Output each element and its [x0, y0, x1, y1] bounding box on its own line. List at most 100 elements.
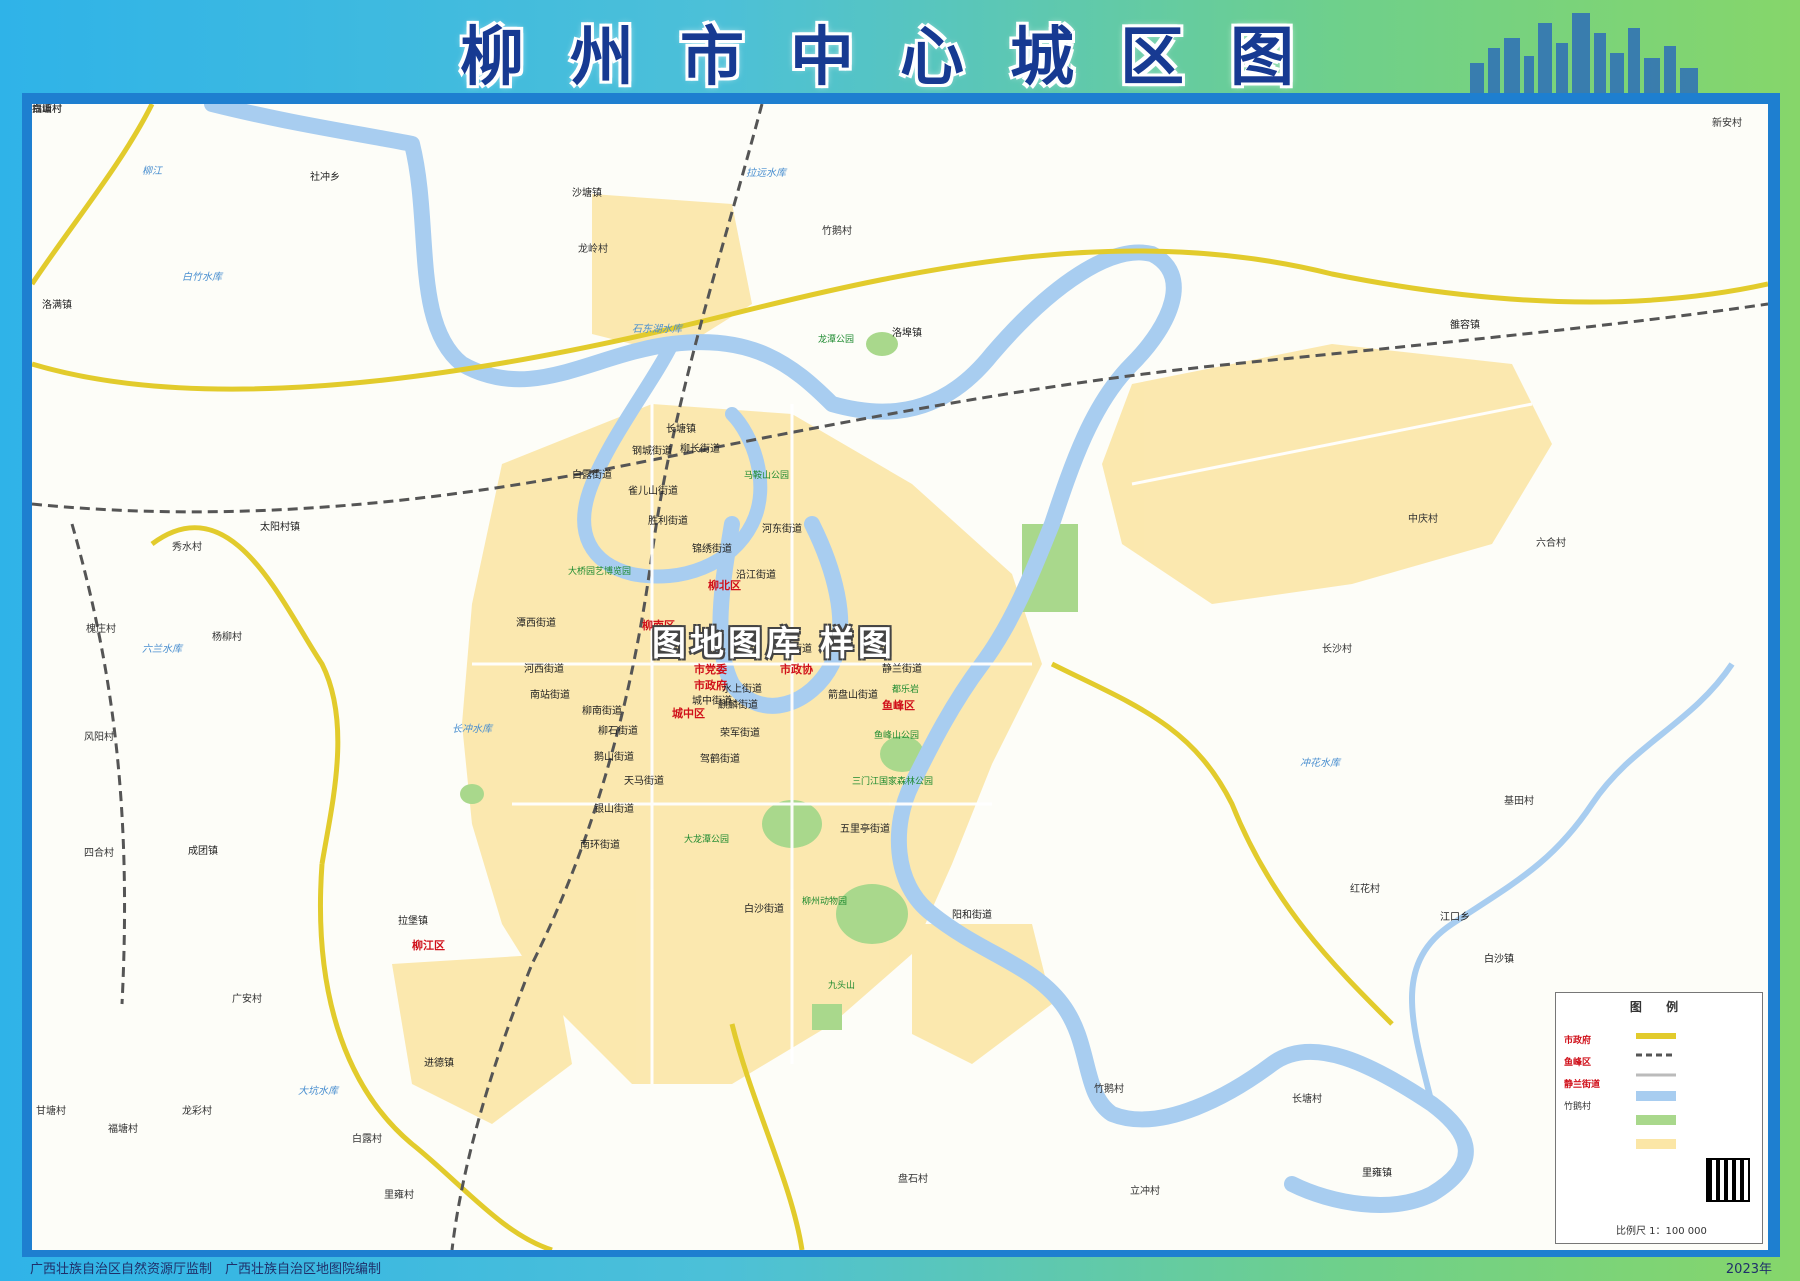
map-label-39: 社冲乡 — [310, 172, 340, 183]
legend-symbols — [1636, 1033, 1676, 1149]
park-yufeng — [836, 884, 908, 944]
map-label-22: 柳石街道 — [598, 726, 638, 737]
map-label-0: 市党委 — [694, 663, 727, 676]
map-label-56: 九头山 — [828, 981, 856, 991]
map-label-44: 进德镇 — [424, 1058, 454, 1069]
map-label-84: 甘塘村 — [36, 1106, 66, 1117]
map-label-2: 市政协 — [780, 663, 813, 676]
map-label-35: 白沙街道 — [744, 904, 784, 915]
map-label-71: 长沙村 — [1322, 644, 1352, 655]
urban-east — [1102, 344, 1552, 604]
map-label-47: 白沙镇 — [1484, 954, 1514, 965]
map-graphics — [32, 104, 1768, 1250]
map-label-30: 箭盘山街道 — [828, 690, 878, 701]
footer-year: 2023年 — [1725, 1262, 1772, 1277]
map-label-53: 柳州动物园 — [802, 897, 848, 907]
map-label-11: 沿江街道 — [736, 570, 776, 581]
map-label-81: 风阳村 — [84, 732, 114, 743]
map-label-75: 新安村 — [1712, 118, 1742, 129]
map-legend: 图 例 市政府 鱼峰区 静兰街道 竹鹅村 比例尺 1：100 000 — [1555, 992, 1763, 1244]
map-label-50: 马鞍山公园 — [744, 471, 790, 481]
map-label-82: 四合村 — [84, 848, 114, 859]
map-label-23: 银山街道 — [594, 804, 634, 815]
railway-west — [70, 523, 127, 1005]
map-label-7: 柳江区 — [412, 939, 445, 952]
map-label-24: 南环街道 — [580, 840, 620, 851]
map-label-42: 成团镇 — [188, 846, 218, 857]
city-skyline-graphic — [1470, 13, 1698, 98]
map-label-5: 城中区 — [672, 707, 705, 720]
expressway-east — [1050, 661, 1394, 1026]
map-label-16: 长塘镇 — [666, 424, 696, 435]
map-label-76: 龙岭村 — [578, 244, 608, 255]
footer-credits: 广西壮族自治区自然资源厅监制 广西壮族自治区地图院编制 — [30, 1262, 382, 1277]
scale-bar-label: 比例尺 1：100 000 — [1616, 1226, 1707, 1237]
map-label-78: 秀水村 — [172, 542, 202, 553]
map-label-48: 里雍镇 — [1362, 1168, 1392, 1179]
map-label-46: 江口乡 — [1440, 912, 1470, 923]
map-label-52: 大龙潭公园 — [684, 835, 730, 845]
map-label-65: 冲花水库 — [1300, 758, 1340, 769]
map-label-86: 盘石村 — [898, 1174, 928, 1185]
map-label-15: 白露街道 — [572, 470, 612, 481]
map-label-43: 拉堡镇 — [398, 916, 428, 927]
ring-expressway-west — [32, 104, 155, 286]
map-label-85: 白露村 — [352, 1134, 382, 1145]
map-label-68: 竹鹅村 — [1094, 1084, 1124, 1095]
map-label-59: 白竹水库 — [182, 272, 222, 283]
map-canvas[interactable]: 市党委 市政府 市政协 柳北区 柳南区 城中区 鱼峰区 柳江区 雀儿山街道 胜利街道 锦绣街道 沿江街… — [32, 104, 1768, 1250]
map-label-62: 长冲水库 — [452, 724, 492, 735]
title-banner: 柳州市中心城区图 — [0, 0, 1800, 100]
map-label-67: 长塘村 — [1292, 1094, 1322, 1105]
map-label-61: 六兰水库 — [142, 644, 182, 655]
map-label-17: 潭西街道 — [516, 618, 556, 629]
map-label-41: 太阳村镇 — [260, 522, 300, 533]
map-label-64: 石东湖水库 — [632, 324, 682, 335]
park-lushan — [460, 784, 484, 804]
map-label-29: 静兰街道 — [882, 664, 922, 675]
qr-code — [1706, 1158, 1750, 1202]
map-label-13: 柳长街道 — [680, 444, 720, 455]
map-label-57: 大桥园艺博览园 — [568, 567, 632, 577]
map-label-33: 水上街道 — [722, 684, 762, 695]
legend-city-gov: 市政府 — [1564, 1036, 1592, 1046]
map-label-37: 洛埠镇 — [892, 328, 922, 339]
map-label-63: 拉远水库 — [746, 168, 786, 179]
map-label-89: 广安村 — [232, 994, 262, 1005]
legend-district-gov: 鱼峰区 — [1564, 1058, 1592, 1068]
map-label-20: 柳南街道 — [582, 706, 622, 717]
map-label-72: 基田村 — [1504, 796, 1534, 807]
map-label-79: 杨柳村 — [212, 632, 242, 643]
legend-street-gov: 静兰街道 — [1564, 1080, 1601, 1090]
map-label-55: 三门江国家森林公园 — [852, 777, 934, 787]
map-label-60: 大坑水库 — [298, 1086, 338, 1097]
urban-southwest — [392, 954, 572, 1124]
map-label-19: 南站街道 — [530, 690, 570, 701]
map-label-58: 柳江 — [142, 166, 162, 177]
map-label-27: 驾鹤街道 — [700, 754, 740, 765]
map-label-92: 福塘村 — [32, 104, 62, 115]
map-label-9: 胜利街道 — [648, 516, 688, 527]
urban-areas — [392, 194, 1552, 1124]
map-label-10: 锦绣街道 — [692, 544, 732, 555]
map-label-69: 立冲村 — [1130, 1186, 1160, 1197]
legend-title: 图 例 — [1629, 1000, 1689, 1014]
map-label-83: 福塘村 — [108, 1124, 138, 1135]
map-label-73: 六合村 — [1536, 538, 1566, 549]
map-label-45: 雒容镇 — [1450, 320, 1480, 331]
map-label-88: 龙彩村 — [182, 1106, 212, 1117]
watermark: 图地图库 样图 — [652, 624, 896, 664]
map-label-74: 中庆村 — [1408, 514, 1438, 525]
map-label-12: 河东街道 — [762, 524, 802, 535]
map-label-38: 沙塘镇 — [572, 188, 602, 199]
legend-village: 竹鹅村 — [1564, 1102, 1592, 1112]
map-label-51: 鱼峰山公园 — [874, 731, 920, 741]
map-label-36: 阳和街道 — [952, 910, 992, 921]
map-label-21: 鹅山街道 — [594, 752, 634, 763]
map-label-54: 都乐岩 — [892, 685, 920, 695]
park-nanzhan — [812, 1004, 842, 1030]
map-title: 柳州市中心城区图 — [460, 21, 1340, 95]
map-label-8: 雀儿山街道 — [628, 486, 678, 497]
map-label-18: 河西街道 — [524, 664, 564, 675]
map-label-49: 龙潭公园 — [818, 335, 855, 345]
